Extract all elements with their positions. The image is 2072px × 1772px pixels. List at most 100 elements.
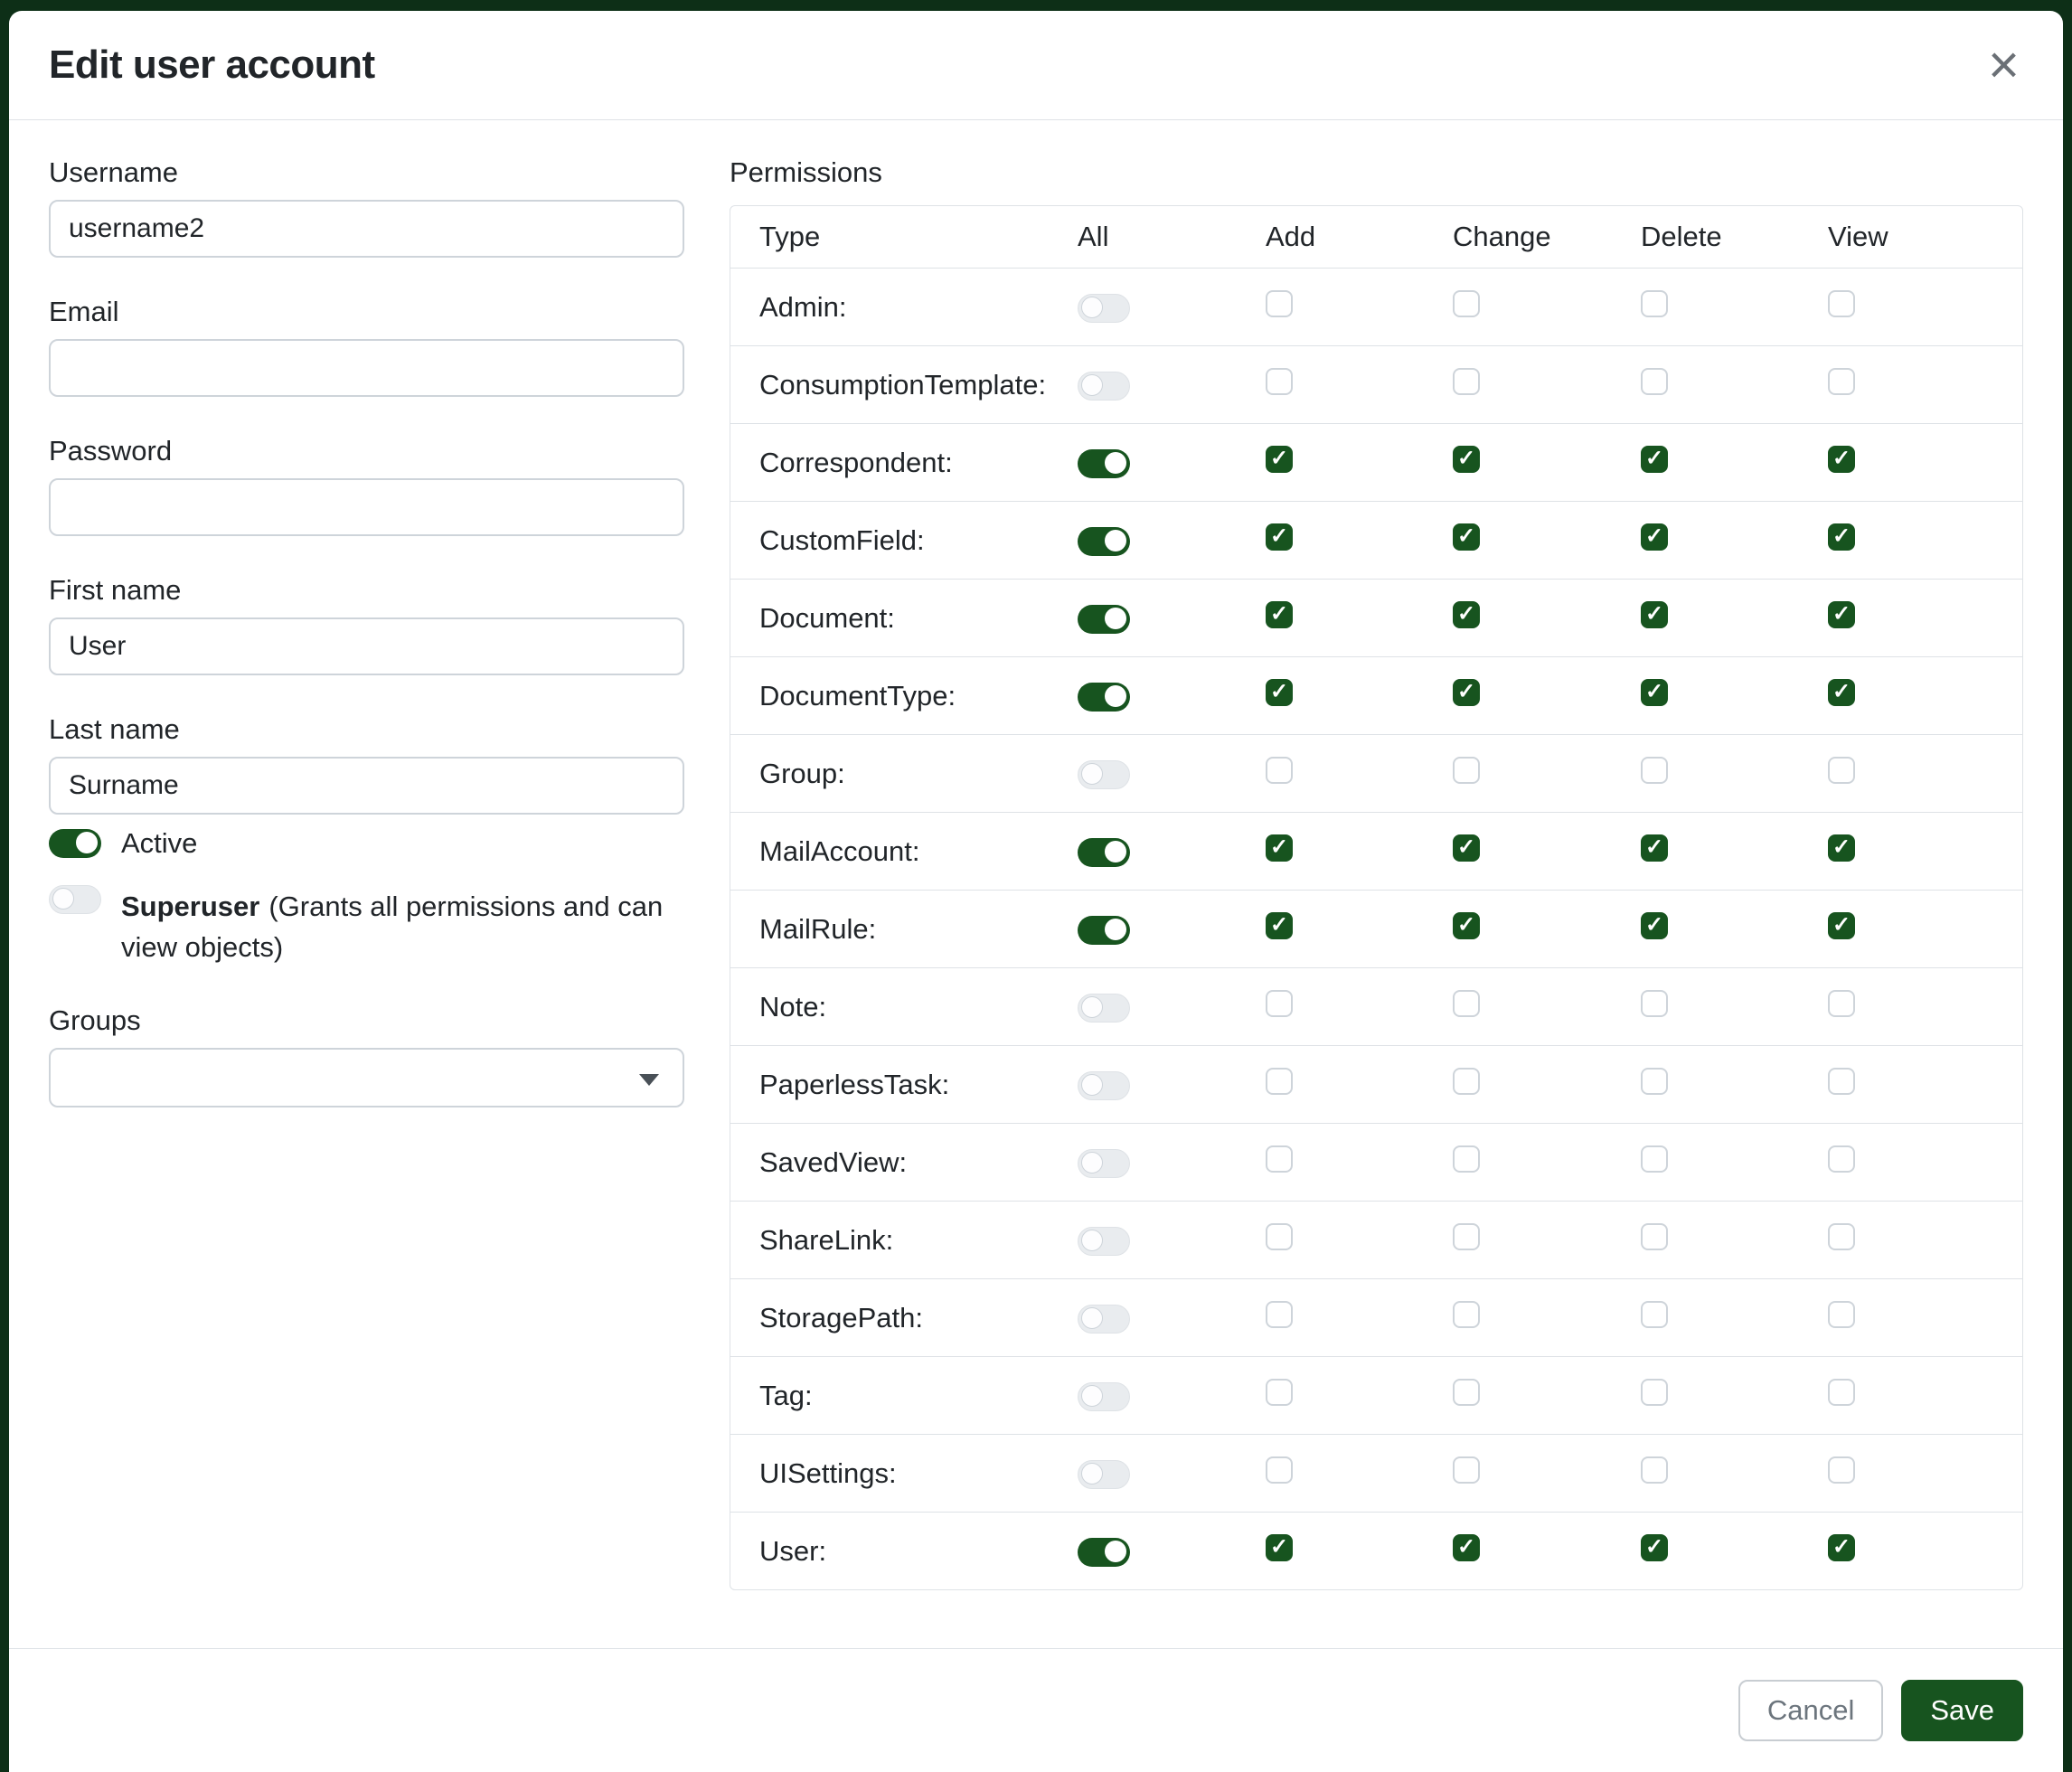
- permission-change-checkbox[interactable]: [1453, 1068, 1480, 1095]
- permission-all-toggle[interactable]: [1078, 760, 1130, 789]
- permission-delete-checkbox[interactable]: [1641, 1068, 1668, 1095]
- permission-change-checkbox[interactable]: [1453, 1534, 1480, 1561]
- close-icon[interactable]: ×: [1984, 38, 2023, 92]
- permission-all-toggle[interactable]: [1078, 1227, 1130, 1256]
- permission-delete-checkbox[interactable]: [1641, 1534, 1668, 1561]
- toggle-knob: [1081, 374, 1103, 396]
- email-input[interactable]: [49, 339, 684, 397]
- permission-type-label: MailRule:: [759, 913, 876, 945]
- permission-all-toggle[interactable]: [1078, 838, 1130, 867]
- permission-view-checkbox[interactable]: [1828, 290, 1855, 317]
- permission-add-checkbox[interactable]: [1266, 1301, 1293, 1328]
- permission-add-checkbox[interactable]: [1266, 912, 1293, 939]
- permission-delete-checkbox[interactable]: [1641, 1223, 1668, 1250]
- permission-add-checkbox[interactable]: [1266, 990, 1293, 1017]
- permission-all-toggle[interactable]: [1078, 372, 1130, 401]
- permission-all-toggle[interactable]: [1078, 1538, 1130, 1567]
- permission-type-label: Correspondent:: [759, 447, 953, 478]
- permission-add-checkbox[interactable]: [1266, 679, 1293, 706]
- permission-change-checkbox[interactable]: [1453, 1301, 1480, 1328]
- permission-change-checkbox[interactable]: [1453, 601, 1480, 628]
- password-input[interactable]: [49, 478, 684, 536]
- permission-delete-checkbox[interactable]: [1641, 1301, 1668, 1328]
- last-name-input[interactable]: [49, 757, 684, 815]
- permission-add-checkbox[interactable]: [1266, 368, 1293, 395]
- save-button[interactable]: Save: [1901, 1680, 2023, 1741]
- permission-change-checkbox[interactable]: [1453, 523, 1480, 551]
- permission-view-checkbox[interactable]: [1828, 601, 1855, 628]
- permission-all-toggle[interactable]: [1078, 605, 1130, 634]
- permission-delete-checkbox[interactable]: [1641, 757, 1668, 784]
- first-name-input[interactable]: [49, 617, 684, 675]
- permission-all-toggle[interactable]: [1078, 527, 1130, 556]
- permission-add-checkbox[interactable]: [1266, 523, 1293, 551]
- permission-delete-checkbox[interactable]: [1641, 601, 1668, 628]
- permission-delete-checkbox[interactable]: [1641, 679, 1668, 706]
- permission-delete-checkbox[interactable]: [1641, 1456, 1668, 1484]
- permission-all-toggle[interactable]: [1078, 1305, 1130, 1334]
- permission-add-checkbox[interactable]: [1266, 1145, 1293, 1173]
- permission-delete-checkbox[interactable]: [1641, 1145, 1668, 1173]
- permission-change-checkbox[interactable]: [1453, 368, 1480, 395]
- permission-change-checkbox[interactable]: [1453, 290, 1480, 317]
- permission-all-toggle[interactable]: [1078, 449, 1130, 478]
- permission-all-toggle[interactable]: [1078, 294, 1130, 323]
- permission-delete-checkbox[interactable]: [1641, 290, 1668, 317]
- permission-change-checkbox[interactable]: [1453, 757, 1480, 784]
- permission-change-checkbox[interactable]: [1453, 1145, 1480, 1173]
- permission-delete-checkbox[interactable]: [1641, 912, 1668, 939]
- permission-add-checkbox[interactable]: [1266, 601, 1293, 628]
- permission-view-checkbox[interactable]: [1828, 1068, 1855, 1095]
- permission-delete-checkbox[interactable]: [1641, 834, 1668, 862]
- permission-view-checkbox[interactable]: [1828, 1379, 1855, 1406]
- permission-all-toggle[interactable]: [1078, 1460, 1130, 1489]
- permission-view-checkbox[interactable]: [1828, 368, 1855, 395]
- permission-view-checkbox[interactable]: [1828, 1534, 1855, 1561]
- permission-change-checkbox[interactable]: [1453, 912, 1480, 939]
- permission-change-checkbox[interactable]: [1453, 1223, 1480, 1250]
- permission-change-checkbox[interactable]: [1453, 1456, 1480, 1484]
- permission-view-checkbox[interactable]: [1828, 1145, 1855, 1173]
- permission-all-toggle[interactable]: [1078, 683, 1130, 712]
- permission-add-checkbox[interactable]: [1266, 1379, 1293, 1406]
- permission-add-checkbox[interactable]: [1266, 446, 1293, 473]
- permission-delete-checkbox[interactable]: [1641, 368, 1668, 395]
- permission-add-checkbox[interactable]: [1266, 1068, 1293, 1095]
- permission-view-checkbox[interactable]: [1828, 757, 1855, 784]
- permission-add-checkbox[interactable]: [1266, 1223, 1293, 1250]
- permission-change-checkbox[interactable]: [1453, 1379, 1480, 1406]
- permission-add-checkbox[interactable]: [1266, 1456, 1293, 1484]
- permission-view-checkbox[interactable]: [1828, 1223, 1855, 1250]
- permission-all-toggle[interactable]: [1078, 1071, 1130, 1100]
- permission-view-checkbox[interactable]: [1828, 1301, 1855, 1328]
- permission-delete-checkbox[interactable]: [1641, 990, 1668, 1017]
- permission-add-checkbox[interactable]: [1266, 757, 1293, 784]
- permission-view-checkbox[interactable]: [1828, 679, 1855, 706]
- permission-add-checkbox[interactable]: [1266, 290, 1293, 317]
- permission-add-checkbox[interactable]: [1266, 1534, 1293, 1561]
- permission-all-toggle[interactable]: [1078, 1149, 1130, 1178]
- username-input[interactable]: [49, 200, 684, 258]
- permission-view-checkbox[interactable]: [1828, 912, 1855, 939]
- permission-view-checkbox[interactable]: [1828, 990, 1855, 1017]
- permission-change-checkbox[interactable]: [1453, 990, 1480, 1017]
- permission-delete-checkbox[interactable]: [1641, 523, 1668, 551]
- permission-delete-checkbox[interactable]: [1641, 446, 1668, 473]
- cancel-button[interactable]: Cancel: [1738, 1680, 1884, 1741]
- permission-change-checkbox[interactable]: [1453, 446, 1480, 473]
- permission-delete-checkbox[interactable]: [1641, 1379, 1668, 1406]
- permission-add-checkbox[interactable]: [1266, 834, 1293, 862]
- permission-view-checkbox[interactable]: [1828, 1456, 1855, 1484]
- superuser-toggle[interactable]: [49, 885, 101, 914]
- groups-select[interactable]: [49, 1048, 684, 1108]
- permission-all-toggle[interactable]: [1078, 1382, 1130, 1411]
- permission-all-toggle[interactable]: [1078, 916, 1130, 945]
- permission-all-toggle[interactable]: [1078, 994, 1130, 1023]
- permission-change-checkbox[interactable]: [1453, 834, 1480, 862]
- permission-change-checkbox[interactable]: [1453, 679, 1480, 706]
- permission-view-checkbox[interactable]: [1828, 834, 1855, 862]
- permission-view-checkbox[interactable]: [1828, 446, 1855, 473]
- table-row: SavedView:: [730, 1123, 2022, 1201]
- active-toggle[interactable]: [49, 829, 101, 858]
- permission-view-checkbox[interactable]: [1828, 523, 1855, 551]
